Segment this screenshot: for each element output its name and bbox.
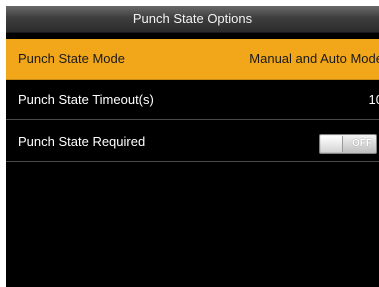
setting-label: Punch State Timeout(s) [18, 92, 154, 107]
device-screen: Punch State Options Punch State Mode Man… [6, 6, 379, 287]
punch-state-required-toggle[interactable]: OFF [319, 134, 377, 154]
setting-value: 10 [368, 92, 379, 107]
toggle-knob[interactable] [321, 136, 343, 152]
page-title: Punch State Options [6, 6, 379, 33]
setting-punch-state-mode[interactable]: Punch State Mode Manual and Auto Mode [6, 39, 379, 80]
setting-punch-state-required[interactable]: Punch State Required OFF [6, 123, 379, 162]
setting-value: Manual and Auto Mode [249, 51, 379, 66]
setting-label: Punch State Mode [18, 51, 125, 66]
setting-punch-state-timeout[interactable]: Punch State Timeout(s) 10 [6, 81, 379, 120]
toggle-state-label: OFF [352, 138, 372, 149]
setting-label: Punch State Required [18, 134, 146, 149]
